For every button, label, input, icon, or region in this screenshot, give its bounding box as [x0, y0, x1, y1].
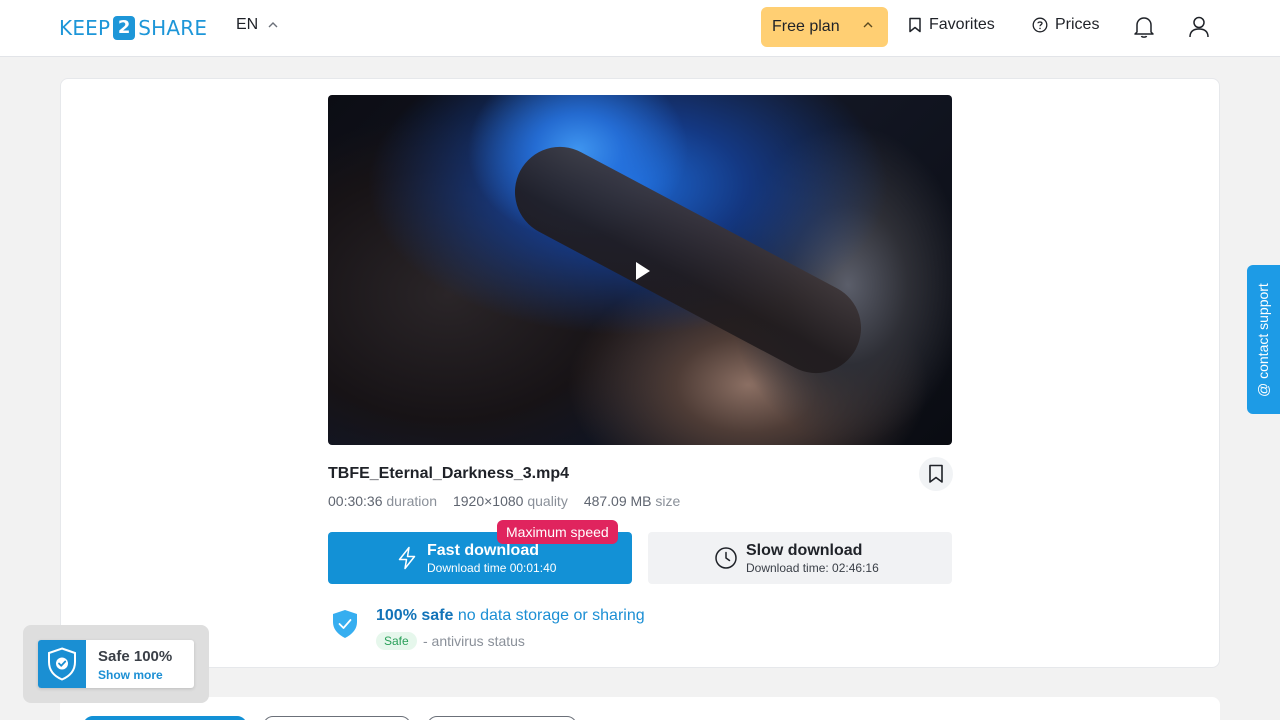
- max-speed-badge: Maximum speed: [497, 520, 618, 544]
- bottom-tab-1[interactable]: [83, 716, 247, 720]
- chevron-up-icon: [863, 22, 873, 28]
- contact-support-label: @ contact support: [1255, 283, 1271, 397]
- safety-rest: no data storage or sharing: [453, 607, 645, 624]
- slow-download-label: Slow download: [746, 542, 863, 559]
- favorites-link[interactable]: Favorites: [908, 16, 995, 34]
- safe-tag: Safe: [376, 632, 417, 650]
- logo-text-right: SHARE: [138, 16, 208, 40]
- safe-popup-title: Safe 100%: [98, 648, 173, 665]
- prices-label: Prices: [1055, 16, 1100, 33]
- logo[interactable]: KEEP 2 SHARE: [59, 14, 207, 42]
- size-value: 487.09 MB: [583, 493, 652, 509]
- file-meta: 00:30:36 duration 1920×1080 quality 487.…: [328, 493, 696, 509]
- shield-check-icon: [333, 610, 357, 638]
- favorites-label: Favorites: [929, 16, 995, 33]
- shield-check-icon: [48, 647, 76, 681]
- show-more-link[interactable]: Show more: [98, 668, 163, 682]
- quality-meta: 1920×1080 quality: [453, 493, 568, 509]
- size-meta: 487.09 MB size: [584, 493, 681, 509]
- play-icon[interactable]: [634, 261, 652, 281]
- help-circle-icon: [1032, 17, 1048, 33]
- duration-label: duration: [386, 493, 437, 509]
- top-header: KEEP 2 SHARE EN Free plan Favorites Pric…: [0, 0, 1280, 57]
- add-favorite-button[interactable]: [919, 457, 953, 491]
- duration-meta: 00:30:36 duration: [328, 493, 437, 509]
- free-plan-button[interactable]: Free plan: [761, 7, 888, 47]
- safe-badge: [38, 640, 86, 688]
- slow-download-button[interactable]: Slow download Download time: 02:46:16: [648, 532, 952, 584]
- logo-text-left: KEEP: [59, 16, 111, 40]
- notifications-button[interactable]: [1133, 15, 1155, 44]
- chevron-up-icon: [268, 22, 278, 28]
- fast-download-time: Download time 00:01:40: [427, 561, 557, 575]
- safe-popup[interactable]: Safe 100% Show more: [38, 640, 194, 688]
- bell-icon: [1134, 17, 1154, 38]
- language-label: EN: [236, 16, 259, 33]
- quality-label: quality: [527, 493, 568, 509]
- language-selector[interactable]: EN: [236, 16, 278, 34]
- bookmark-icon: [929, 464, 943, 483]
- fast-download-label: Fast download: [427, 542, 539, 559]
- file-name: TBFE_Eternal_Darkness_3.mp4: [328, 465, 569, 482]
- prices-link[interactable]: Prices: [1032, 16, 1099, 34]
- free-plan-label: Free plan: [772, 18, 840, 35]
- user-icon: [1189, 16, 1209, 38]
- safety-statement: 100% safe no data storage or sharing: [376, 607, 645, 625]
- logo-number: 2: [113, 16, 136, 40]
- bookmark-icon: [909, 17, 921, 33]
- antivirus-status: - antivirus status: [423, 633, 525, 649]
- duration-value: 00:30:36: [328, 493, 383, 509]
- bottom-tab-3[interactable]: [427, 716, 577, 720]
- account-button[interactable]: [1188, 15, 1210, 44]
- bottom-tab-2[interactable]: [263, 716, 411, 720]
- lightning-icon: [398, 546, 416, 570]
- safety-strong: 100% safe: [376, 607, 454, 624]
- video-preview[interactable]: [328, 95, 952, 445]
- video-frame-shape: [499, 131, 877, 389]
- quality-value: 1920×1080: [452, 493, 524, 509]
- contact-support-tab[interactable]: @ contact support: [1247, 265, 1280, 414]
- size-label: size: [655, 493, 681, 509]
- slow-download-time: Download time: 02:46:16: [746, 561, 879, 575]
- clock-icon: [715, 547, 737, 569]
